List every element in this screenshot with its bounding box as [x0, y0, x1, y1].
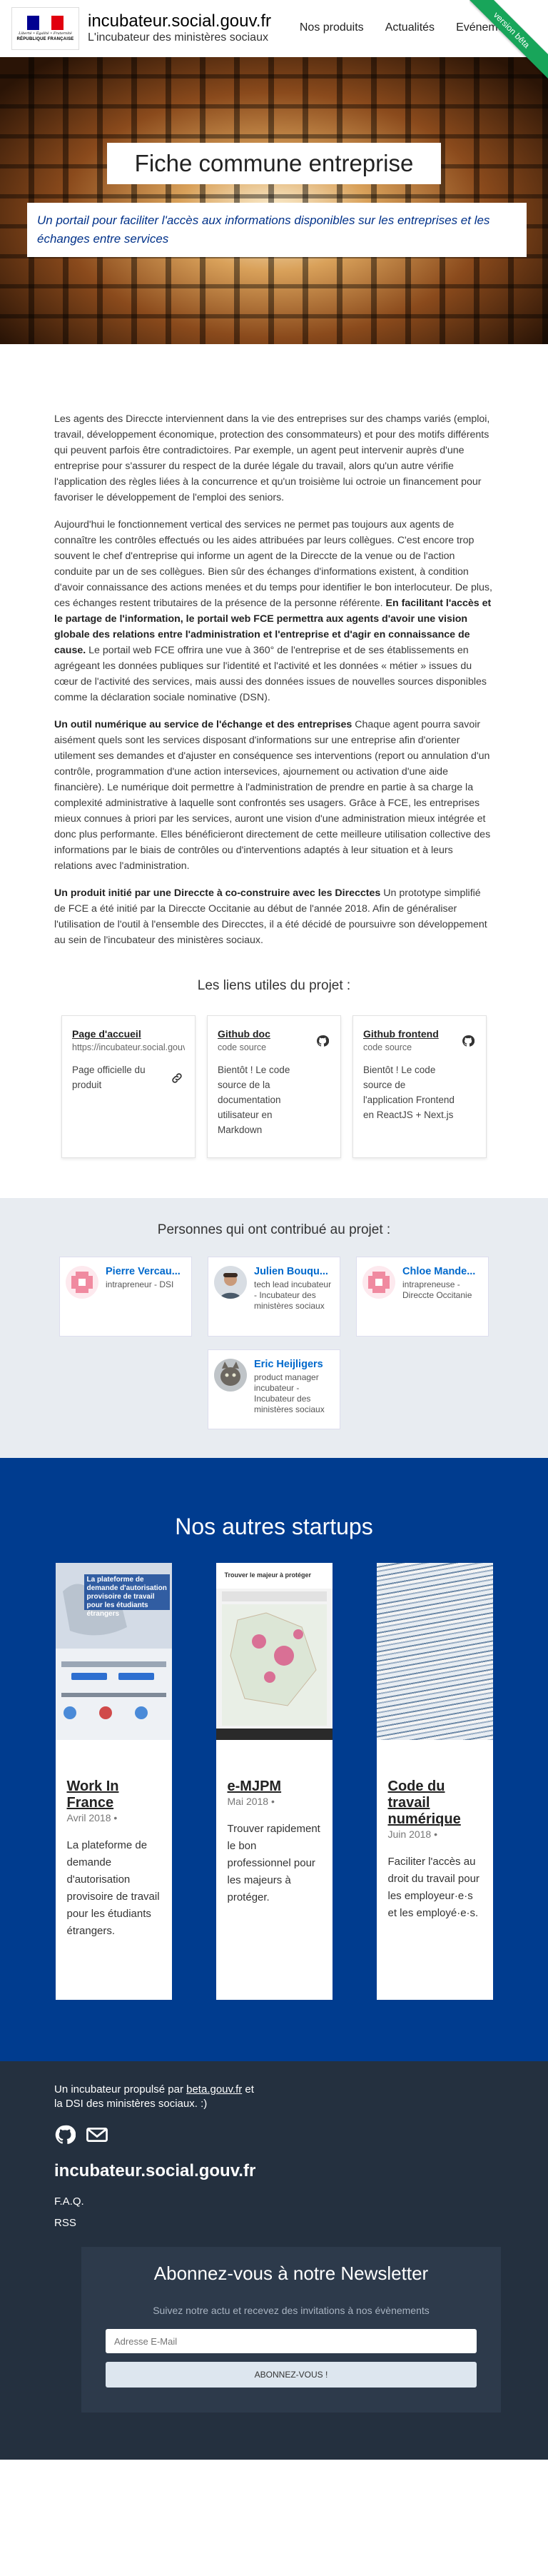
logo-motto: Liberté • Égalité • Fraternité [19, 31, 72, 36]
paragraph: Un outil numérique au service de l'échan… [54, 717, 494, 874]
paragraph-text: Aujourd'hui le fonctionnement vertical d… [54, 519, 492, 609]
newsletter-text: Suivez notre actu et recevez des invitat… [153, 2305, 430, 2316]
subscribe-button[interactable]: ABONNEZ-VOUS ! [106, 2362, 477, 2388]
brand[interactable]: incubateur.social.gouv.fr L'incubateur d… [88, 12, 271, 45]
link-icon [172, 1073, 182, 1083]
startup-description: Trouver rapidement le bon professionnel … [227, 1823, 320, 1903]
newsletter-title: Abonnez-vous à notre Newsletter [153, 2263, 429, 2284]
site-header: Liberté • Égalité • Fraternité RÉPUBLIQU… [0, 0, 548, 79]
footer-credits-line2: la DSI des ministères sociaux. :) [54, 2098, 208, 2110]
paragraph-heading: Un outil numérique au service de l'échan… [54, 719, 352, 730]
startup-title[interactable]: Work In France [67, 1778, 161, 1811]
page-title: Fiche commune entreprise [107, 143, 441, 184]
link-title[interactable]: Page d'accueil [72, 1026, 185, 1042]
contributor-card[interactable]: Chloe Mande... intrapreneuse - Direccte … [356, 1257, 489, 1337]
contributors-title: Personnes qui ont contribué au projet : [157, 1222, 391, 1237]
french-flag-icon [26, 16, 64, 30]
startup-date: Mai 2018 • [227, 1796, 275, 1807]
mail-icon[interactable] [86, 2124, 108, 2145]
paragraph: Les agents des Direccte interviennent da… [54, 413, 490, 503]
contributor-card[interactable]: Julien Bouqu... tech lead incubateur - I… [208, 1257, 340, 1337]
link-card-github-doc[interactable]: Github doc code source Bientôt ! Le code… [207, 1015, 341, 1158]
beta-gouv-link[interactable]: beta.gouv.fr [186, 2083, 242, 2095]
link-card-homepage[interactable]: Page d'accueil https://incubateur.social… [61, 1015, 196, 1158]
contributor-name[interactable]: Pierre Vercau... [106, 1266, 181, 1277]
links-list: Page d'accueil https://incubateur.social… [54, 1015, 494, 1198]
link-description: Bientôt ! Le code source de l'applicatio… [363, 1065, 455, 1120]
startup-title[interactable]: e-MJPM [228, 1778, 321, 1795]
avatar [66, 1266, 98, 1299]
startup-card-work-in-france[interactable]: La plateforme de demande d'autorisation … [55, 1563, 172, 2000]
startups-list: La plateforme de demande d'autorisation … [0, 1563, 548, 2000]
startup-screenshot [376, 1563, 493, 1740]
footer-text: Un incubateur propulsé par [54, 2083, 187, 2095]
footer-link-faq[interactable]: F.A.Q. [54, 2191, 494, 2213]
page-subtitle: Un portail pour faciliter l'accès aux in… [27, 203, 527, 257]
github-icon[interactable] [54, 2124, 76, 2145]
avatar [362, 1266, 395, 1299]
startup-card-e-mjpm[interactable]: Trouver le majeur à protéger e-MJPM Mai … [215, 1563, 333, 2000]
link-title[interactable]: Github doc [218, 1026, 330, 1042]
paragraph: Un produit initié par une Direccte à co-… [54, 885, 494, 948]
footer-links: F.A.Q. RSS [54, 2191, 494, 2234]
site-footer: Un incubateur propulsé par beta.gouv.fr … [0, 2061, 548, 2460]
site-tagline: L'incubateur des ministères sociaux [88, 31, 268, 44]
beta-ribbon-label: version bêta [470, 0, 548, 79]
startups-section: Nos autres startups La plateforme de dem… [0, 1458, 548, 2061]
link-subtitle: code source [363, 1042, 412, 1052]
contributor-role: product manager incubateur - Incubateur … [254, 1372, 325, 1414]
contributor-card[interactable]: Pierre Vercau... intrapreneur - DSI [59, 1257, 192, 1337]
paragraph-text: Le portail web FCE offrira une vue à 360… [54, 645, 487, 703]
startup-screenshot: Trouver le majeur à protéger [215, 1563, 333, 1740]
marianne-logo[interactable]: Liberté • Égalité • Fraternité RÉPUBLIQU… [11, 7, 79, 50]
startup-screenshot-text: La plateforme de demande d'autorisation … [86, 1576, 167, 1618]
footer-text: et [242, 2083, 254, 2095]
link-card-github-frontend[interactable]: Github frontend code source Bientôt ! Le… [352, 1015, 487, 1158]
product-description: Les agents des Direccte interviennent da… [0, 344, 548, 1198]
startup-screenshot: La plateforme de demande d'autorisation … [55, 1563, 172, 1740]
github-icon [462, 1035, 475, 1047]
startup-description: La plateforme de demande d'autorisation … [66, 1839, 160, 1937]
link-subtitle: code source [218, 1042, 267, 1052]
link-description: Bientôt ! Le code source de la documenta… [218, 1065, 290, 1135]
footer-site-name[interactable]: incubateur.social.gouv.fr [54, 2161, 494, 2181]
hero-banner: Fiche commune entreprise Un portail pour… [0, 57, 548, 344]
footer-credits: Un incubateur propulsé par beta.gouv.fr … [54, 2083, 494, 2097]
contributors-section: Personnes qui ont contribué au projet : … [0, 1198, 548, 1458]
contributor-role: intrapreneuse - Direccte Occitanie [402, 1279, 472, 1300]
paragraph-text: Chaque agent pourra savoir aisément quel… [54, 719, 491, 872]
contributor-card[interactable]: Eric Heijligers product manager incubate… [208, 1349, 340, 1429]
logo-republic: RÉPUBLIQUE FRANÇAISE [16, 37, 74, 41]
footer-link-rss[interactable]: RSS [54, 2213, 494, 2234]
startup-screenshot-text: Trouver le majeur à protéger [224, 1571, 312, 1579]
startup-date: Avril 2018 • [66, 1812, 118, 1823]
startup-card-code-du-travail[interactable]: Code du travail numérique Juin 2018 • Fa… [376, 1563, 493, 2000]
link-description: Page officielle du produit [72, 1065, 146, 1090]
startup-date: Juin 2018 • [387, 1828, 438, 1840]
contributor-role: intrapreneur - DSI [106, 1279, 174, 1289]
avatar [214, 1266, 247, 1299]
beta-ribbon: version bêta [470, 0, 548, 79]
email-field[interactable] [106, 2329, 477, 2353]
startups-title: Nos autres startups [175, 1514, 373, 1539]
startup-title[interactable]: Code du travail numérique [388, 1778, 482, 1828]
startup-description: Faciliter l'accès au droit du travail po… [387, 1856, 480, 1919]
contributor-name[interactable]: Eric Heijligers [254, 1359, 334, 1370]
nav-item-actualites[interactable]: Actualités [385, 21, 435, 34]
paragraph-heading: Un produit initié par une Direccte à co-… [54, 887, 381, 899]
github-icon [317, 1035, 329, 1047]
newsletter-box: Abonnez-vous à notre Newsletter Suivez n… [81, 2247, 501, 2413]
contributor-role: tech lead incubateur - Incubateur des mi… [254, 1279, 332, 1311]
avatar [214, 1359, 247, 1392]
links-title: Les liens utiles du projet : [197, 978, 351, 993]
contributor-name[interactable]: Julien Bouqu... [254, 1266, 334, 1277]
nav-item-produits[interactable]: Nos produits [300, 21, 364, 34]
paragraph: Aujourd'hui le fonctionnement vertical d… [54, 517, 494, 705]
contributors-list: Pierre Vercau... intrapreneur - DSI Juli… [53, 1257, 495, 1429]
contributor-name[interactable]: Chloe Mande... [402, 1266, 482, 1277]
social-links [54, 2124, 494, 2145]
link-subtitle: https://incubateur.social.gouv.fr [72, 1042, 185, 1052]
link-title[interactable]: Github frontend [363, 1026, 476, 1042]
site-name: incubateur.social.gouv.fr [88, 11, 272, 31]
